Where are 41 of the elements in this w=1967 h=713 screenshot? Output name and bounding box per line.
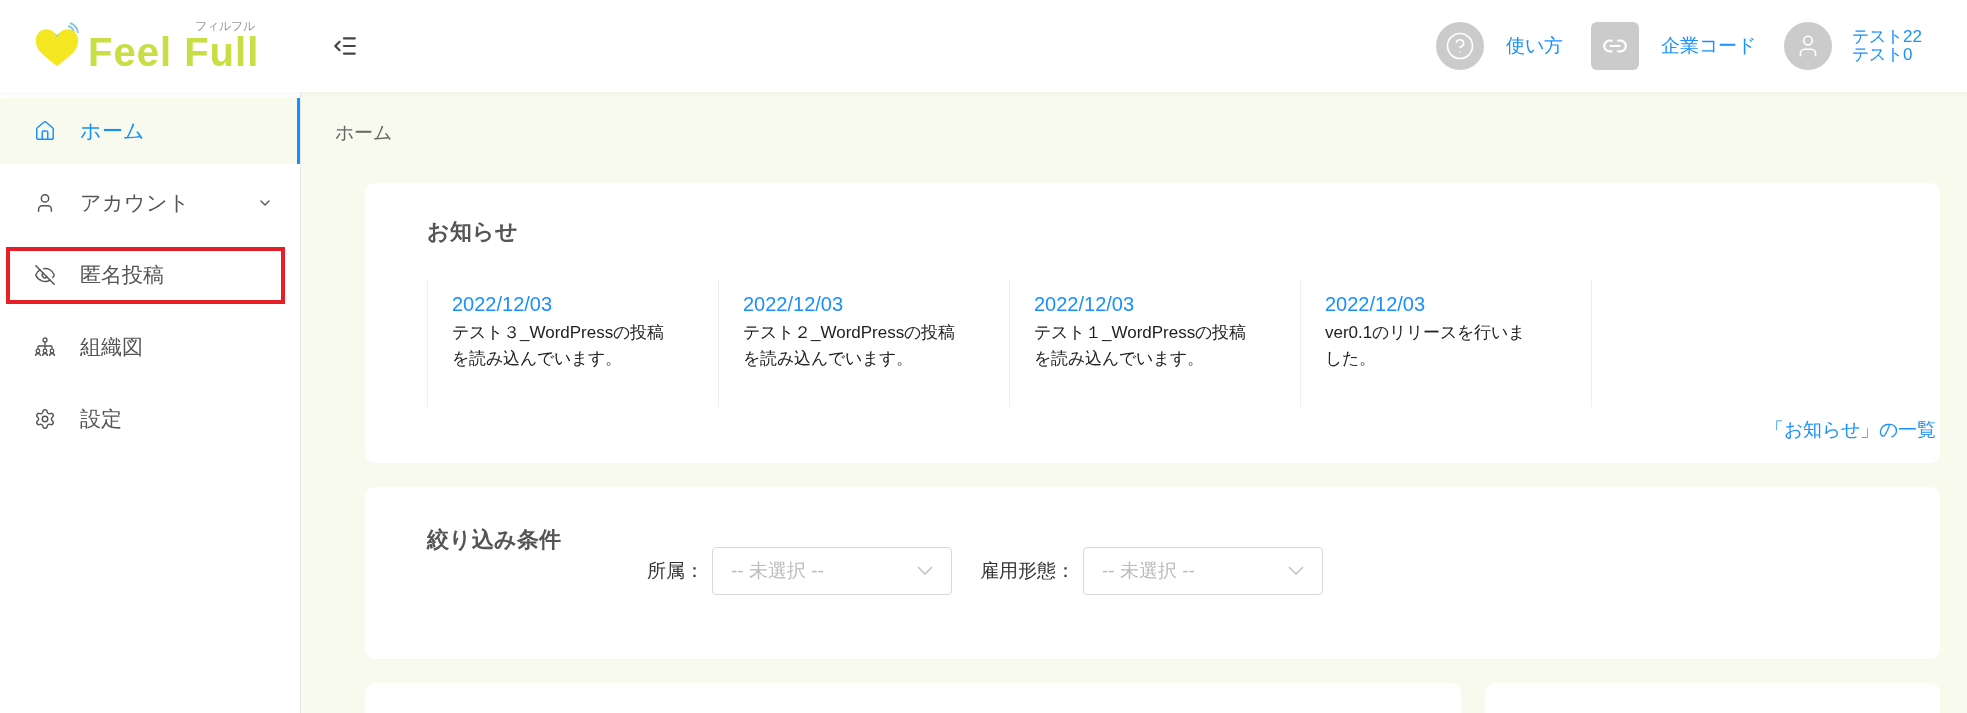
link-icon[interactable] <box>1591 22 1640 70</box>
news-text: テスト２_WordPressの投稿を読み込んでいます。 <box>743 322 957 371</box>
sidebar-item[interactable]: 組織図 <box>0 314 300 380</box>
field-label: 雇用形態： <box>980 558 1075 583</box>
news-date[interactable]: 2022/12/03 <box>743 293 959 316</box>
breadcrumb: ホーム <box>335 121 393 145</box>
sidebar-label: 設定 <box>80 406 122 432</box>
card-title: お知らせ <box>427 218 519 246</box>
sidebar-label: アカウント <box>80 190 190 216</box>
home-icon <box>34 120 56 142</box>
select-field[interactable]: -- 未選択 -- <box>712 546 952 595</box>
sidebar-label: 組織図 <box>80 334 143 360</box>
help-icon[interactable] <box>1436 22 1485 70</box>
news-date[interactable]: 2022/12/03 <box>452 293 668 316</box>
chevron-down-icon <box>917 566 933 576</box>
sidebar-item[interactable]: アカウント <box>0 170 300 236</box>
user-name[interactable]: テスト0 <box>1852 46 1922 64</box>
sidebar-item[interactable]: ホーム <box>0 98 300 164</box>
logo-text: Feel Full <box>88 32 260 72</box>
avatar-icon[interactable] <box>1784 22 1833 70</box>
news-text: テスト１_WordPressの投稿を読み込んでいます。 <box>1034 322 1248 371</box>
card-title: 絞り込み条件 <box>427 525 562 554</box>
sidebar-item[interactable]: 設定 <box>0 386 300 452</box>
sidebar-label: 匿名投稿 <box>80 262 164 288</box>
field-label: 所属： <box>647 558 704 583</box>
user-name[interactable]: テスト22 <box>1852 28 1922 46</box>
news-text: テスト３_WordPressの投稿を読み込んでいます。 <box>452 322 666 371</box>
sidebar-item[interactable]: 匿名投稿 <box>0 242 300 308</box>
logo-kana: フィルフル <box>195 20 256 32</box>
chevron-down-icon <box>1288 566 1304 576</box>
news-list-link[interactable]: 「お知らせ」の一覧 <box>427 416 1936 443</box>
company-code-link[interactable]: 企業コード <box>1661 33 1757 59</box>
news-date[interactable]: 2022/12/03 <box>1034 293 1250 316</box>
org-chart-icon <box>34 336 56 358</box>
select-field[interactable]: -- 未選択 -- <box>1083 546 1323 595</box>
news-text: ver0.1のリリースを行いました。 <box>1325 322 1527 371</box>
help-link[interactable]: 使い方 <box>1506 33 1564 59</box>
settings-icon <box>34 408 56 430</box>
sidebar-label: ホーム <box>80 118 145 144</box>
eye-slash-icon <box>34 264 56 286</box>
news-date[interactable]: 2022/12/03 <box>1325 293 1541 316</box>
